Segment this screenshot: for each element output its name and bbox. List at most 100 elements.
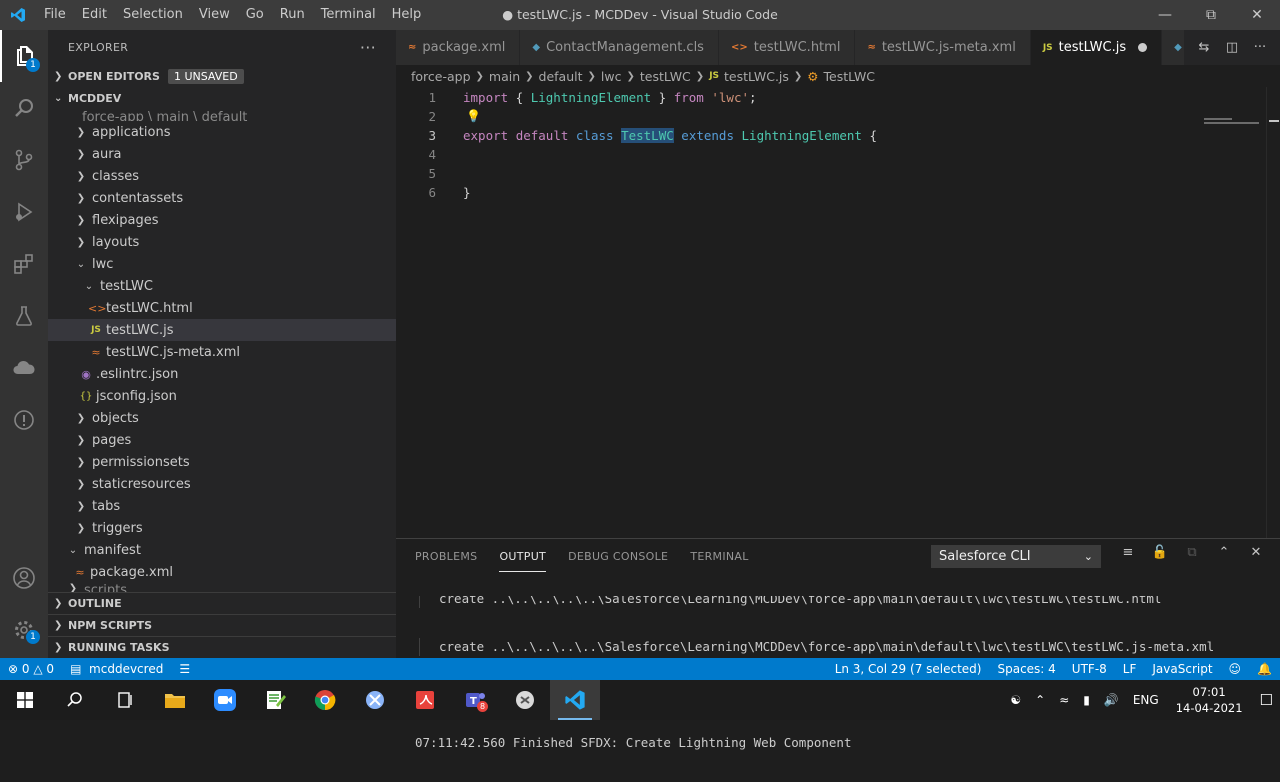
feedback-icon[interactable]: ☺ <box>1221 662 1250 676</box>
tree-file-eslintrc[interactable]: ◉ .eslintrc.json <box>48 363 396 385</box>
tab-testlwc-meta[interactable]: ≈ testLWC.js-meta.xml <box>855 30 1031 65</box>
vscode-app[interactable] <box>550 680 600 720</box>
encoding-status[interactable]: UTF-8 <box>1064 662 1115 676</box>
outline-section[interactable]: ❯ OUTLINE <box>48 592 396 614</box>
lock-icon[interactable]: 🔓 <box>1144 545 1176 560</box>
code-editor[interactable]: 1 import { LightningElement } from 'lwc'… <box>396 87 1280 202</box>
battery-icon[interactable]: ▮ <box>1076 693 1097 707</box>
manage-activity-button[interactable]: 1 <box>0 604 48 656</box>
tree-folder-testlwc[interactable]: ⌄ testLWC <box>48 275 396 297</box>
task-list-status[interactable]: ☰ <box>171 662 198 676</box>
open-editors-section[interactable]: ❯ OPEN EDITORS 1 UNSAVED <box>48 65 396 87</box>
tree-file-testlwc-html[interactable]: <> testLWC.html <box>48 297 396 319</box>
menu-selection[interactable]: Selection <box>115 0 191 30</box>
chrome-app[interactable] <box>300 680 350 720</box>
menu-help[interactable]: Help <box>384 0 430 30</box>
output-channel-select[interactable]: Salesforce CLI ⌄ <box>931 545 1101 568</box>
tab-testlwc-html[interactable]: <> testLWC.html <box>718 30 856 65</box>
salesforce-app[interactable] <box>500 680 550 720</box>
editor-scrollbar[interactable] <box>1266 87 1280 538</box>
indentation-status[interactable]: Spaces: 4 <box>989 662 1063 676</box>
action-center-icon[interactable]: ☐ <box>1253 691 1280 709</box>
minimize-button[interactable]: — <box>1142 0 1188 30</box>
tree-file-testlwc-meta[interactable]: ≈ testLWC.js-meta.xml <box>48 341 396 363</box>
running-tasks-section[interactable]: ❯ RUNNING TASKS <box>48 636 396 658</box>
tree-folder-applications[interactable]: ❯ applications <box>48 121 396 143</box>
breadcrumb-item[interactable]: testLWC <box>640 69 691 84</box>
minimap[interactable] <box>1204 118 1266 124</box>
unsaved-dot-icon[interactable] <box>1138 43 1148 52</box>
language-mode[interactable]: JavaScript <box>1144 662 1220 676</box>
tree-folder-tabs[interactable]: ❯ tabs <box>48 495 396 517</box>
breadcrumb-item[interactable]: TestLWC <box>824 69 876 84</box>
snipping-tool-app[interactable] <box>350 680 400 720</box>
people-icon[interactable]: ☯ <box>1003 693 1028 707</box>
zoom-app[interactable] <box>200 680 250 720</box>
start-button[interactable] <box>0 680 50 720</box>
eol-status[interactable]: LF <box>1115 662 1145 676</box>
tree-folder-manifest[interactable]: ⌄ manifest <box>48 539 396 561</box>
tree-folder-triggers[interactable]: ❯ triggers <box>48 517 396 539</box>
tree-folder-contentassets[interactable]: ❯ contentassets <box>48 187 396 209</box>
split-editor-icon[interactable]: ◫ <box>1218 40 1246 55</box>
menu-terminal[interactable]: Terminal <box>313 0 384 30</box>
tree-file-jsconfig[interactable]: {} jsconfig.json <box>48 385 396 407</box>
taskbar-search-button[interactable] <box>50 680 100 720</box>
lightbulb-icon[interactable]: 💡 <box>466 109 481 123</box>
testing-activity-button[interactable] <box>0 290 48 342</box>
teams-app[interactable]: T 8 <box>450 680 500 720</box>
clock[interactable]: 07:01 14-04-2021 <box>1166 684 1253 716</box>
tab-contactmanagement-cls[interactable]: ◆ ContactManagement.cls <box>520 30 719 65</box>
problems-status[interactable]: ⊗ 0 △ 0 <box>0 662 62 676</box>
source-control-activity-button[interactable] <box>0 134 48 186</box>
menu-file[interactable]: File <box>36 0 74 30</box>
tab-output[interactable]: OUTPUT <box>499 542 547 572</box>
search-activity-button[interactable] <box>0 82 48 134</box>
show-hidden-icons-icon[interactable]: ⌃ <box>1028 693 1052 707</box>
tree-file-testlwc-js[interactable]: JS testLWC.js <box>48 319 396 341</box>
menu-go[interactable]: Go <box>238 0 272 30</box>
tab-package-xml[interactable]: ≈ package.xml <box>396 30 521 65</box>
breadcrumb-item[interactable]: main <box>489 69 520 84</box>
tab-terminal[interactable]: TERMINAL <box>690 542 748 571</box>
explorer-activity-button[interactable]: 1 <box>0 30 48 82</box>
menu-view[interactable]: View <box>191 0 238 30</box>
menu-run[interactable]: Run <box>272 0 313 30</box>
open-log-icon[interactable]: ⧉ <box>1176 545 1208 560</box>
tab-testlwc-js[interactable]: JS testLWC.js <box>1030 30 1163 65</box>
tree-folder-flexipages[interactable]: ❯ flexipages <box>48 209 396 231</box>
tree-folder-staticresources[interactable]: ❯ staticresources <box>48 473 396 495</box>
npm-scripts-section[interactable]: ❯ NPM SCRIPTS <box>48 614 396 636</box>
accounts-activity-button[interactable] <box>0 552 48 604</box>
language-indicator[interactable]: ENG <box>1126 693 1166 707</box>
cursor-position[interactable]: Ln 3, Col 29 (7 selected) <box>827 662 990 676</box>
menu-edit[interactable]: Edit <box>74 0 115 30</box>
force-app-folder[interactable]: force-app \ main \ default <box>48 109 396 121</box>
volume-icon[interactable]: 🔊 <box>1097 693 1126 707</box>
close-button[interactable]: ✕ <box>1234 0 1280 30</box>
tree-file-package-xml[interactable]: ≈ package.xml <box>48 561 396 583</box>
extensions-activity-button[interactable] <box>0 238 48 290</box>
task-view-button[interactable] <box>100 680 150 720</box>
tree-folder-aura[interactable]: ❯ aura <box>48 143 396 165</box>
close-panel-icon[interactable]: ✕ <box>1240 545 1272 560</box>
tab-problems[interactable]: PROBLEMS <box>415 542 477 571</box>
tree-folder-layouts[interactable]: ❯ layouts <box>48 231 396 253</box>
tree-folder-objects[interactable]: ❯ objects <box>48 407 396 429</box>
tree-folder-permissionsets[interactable]: ❯ permissionsets <box>48 451 396 473</box>
notifications-icon[interactable]: 🔔 <box>1249 662 1280 676</box>
open-changes-icon[interactable]: ⇆ <box>1190 40 1218 55</box>
run-debug-activity-button[interactable] <box>0 186 48 238</box>
breadcrumb-item[interactable]: lwc <box>601 69 622 84</box>
info-activity-button[interactable] <box>0 394 48 446</box>
more-actions-icon[interactable]: ··· <box>360 38 376 57</box>
pdf-app[interactable] <box>400 680 450 720</box>
notepad-plus-app[interactable] <box>250 680 300 720</box>
project-section[interactable]: ⌄ MCDDEV <box>48 87 396 109</box>
breadcrumb-item[interactable]: testLWC.js <box>724 69 789 84</box>
maximize-panel-icon[interactable]: ⌃ <box>1208 545 1240 560</box>
file-explorer-app[interactable] <box>150 680 200 720</box>
breadcrumb-item[interactable]: force-app <box>411 69 471 84</box>
tab-debug-console[interactable]: DEBUG CONSOLE <box>568 542 668 571</box>
breadcrumb-item[interactable]: default <box>539 69 583 84</box>
